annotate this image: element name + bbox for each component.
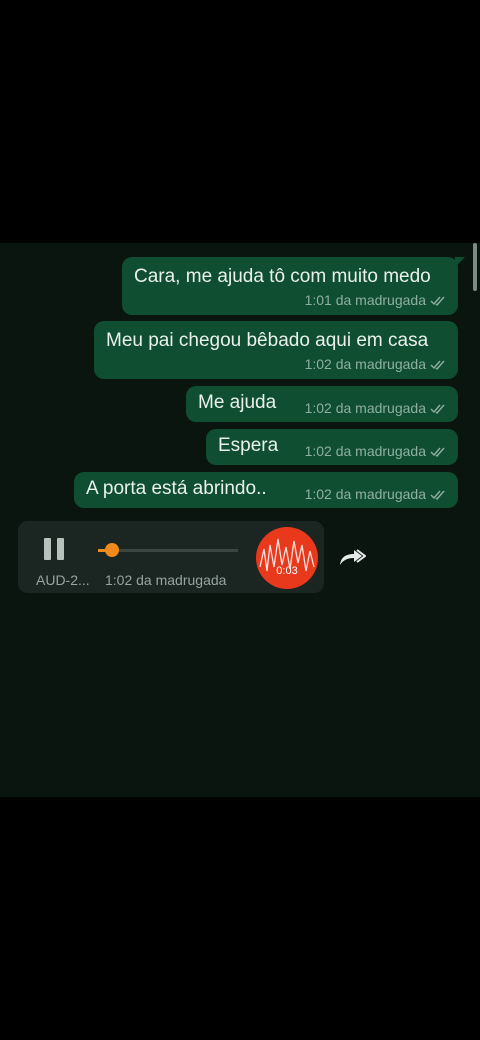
audio-duration: 0:03 [276, 565, 298, 577]
forward-icon[interactable] [338, 545, 366, 569]
audio-message[interactable]: AUD-2... 1:02 da madrugada 0:03 [18, 521, 324, 593]
audio-sender-avatar: 0:03 [256, 527, 318, 589]
message-time: 1:02 da madrugada [304, 443, 426, 459]
message-time: 1:01 da madrugada [304, 292, 426, 308]
read-double-check-icon [430, 360, 445, 370]
message-bubble[interactable]: A porta está abrindo.. 1:02 da madrugada [74, 472, 458, 508]
chat-area[interactable]: Cara, me ajuda tô com muito medo 1:01 da… [0, 243, 480, 797]
message-bubble[interactable]: Me ajuda 1:02 da madrugada [186, 386, 458, 422]
message-time: 1:02 da madrugada [304, 356, 426, 372]
message-meta: 1:02 da madrugada [305, 486, 446, 502]
read-double-check-icon [430, 296, 445, 306]
waveform-icon [259, 538, 315, 572]
message-time: 1:02 da madrugada [304, 400, 426, 416]
audio-seek-handle[interactable] [105, 543, 119, 557]
message-text: Meu pai chegou bêbado aqui em casa [106, 330, 429, 351]
message-text: A porta está abrindo.. [86, 478, 267, 499]
message-meta: 1:02 da madrugada [305, 443, 446, 459]
read-double-check-icon [430, 490, 445, 500]
message-text: Me ajuda [198, 392, 277, 413]
message-bubble[interactable]: Cara, me ajuda tô com muito medo 1:01 da… [122, 257, 465, 315]
read-double-check-icon [430, 447, 445, 457]
message-meta: 1:01 da madrugada [305, 292, 446, 308]
message-time: 1:02 da madrugada [304, 486, 426, 502]
message-meta: 1:02 da madrugada [305, 356, 446, 372]
message-text: Espera [218, 435, 279, 456]
message-meta: 1:02 da madrugada [305, 400, 446, 416]
message-text: Cara, me ajuda tô com muito medo [134, 266, 431, 287]
scrollbar[interactable] [473, 243, 477, 291]
screen: Cara, me ajuda tô com muito medo 1:01 da… [0, 0, 480, 1040]
read-double-check-icon [430, 404, 445, 414]
message-bubble[interactable]: Espera 1:02 da madrugada [206, 429, 458, 465]
message-bubble[interactable]: Meu pai chegou bêbado aqui em casa 1:02 … [94, 321, 458, 379]
audio-time: 1:02 da madrugada [105, 572, 227, 588]
pause-icon[interactable] [44, 538, 66, 560]
audio-seekbar[interactable] [98, 543, 238, 557]
bubble-tail [455, 257, 465, 267]
audio-filename: AUD-2... [36, 572, 90, 588]
